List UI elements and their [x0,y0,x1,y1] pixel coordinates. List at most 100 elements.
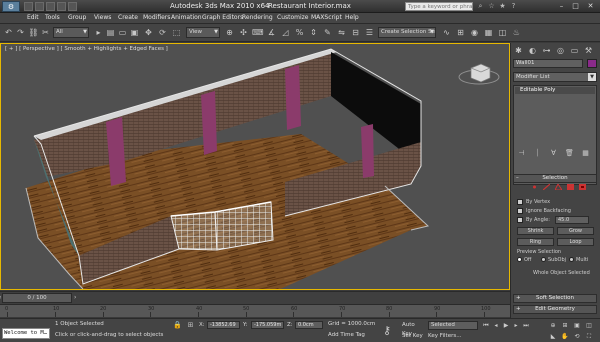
menu-help[interactable]: Help [345,14,359,21]
border-mode-icon[interactable] [555,184,562,190]
menu-maxscript[interactable]: MAXScript [311,14,342,21]
next-frame-arrow-icon[interactable]: › [74,294,76,301]
x-coordinate-field[interactable]: -13852.69 [207,321,240,329]
search-icon[interactable]: ⌕ [476,2,485,11]
orbit-icon[interactable]: ⟲ [572,332,582,341]
select-by-name-icon[interactable]: ▤ [105,27,116,38]
modify-tab-icon[interactable]: ◐ [527,45,538,56]
select-and-link-icon[interactable]: ⛓ [28,27,39,38]
menu-edit[interactable]: Edit [27,14,39,21]
angle-snap-icon[interactable]: ◿ [280,27,291,38]
hierarchy-tab-icon[interactable]: ⊶ [541,45,552,56]
viewport-label[interactable]: [ + ] [ Perspective ] [ Smooth + Highlig… [5,46,168,52]
mirror-icon[interactable]: ⇋ [336,27,347,38]
percent-snap-icon[interactable]: % [294,27,305,38]
absolute-mode-icon[interactable]: ⊞ [186,321,195,330]
object-color-swatch[interactable] [587,59,597,68]
grow-button[interactable]: Grow [557,227,594,235]
material-editor-icon[interactable]: ◉ [469,27,480,38]
by-angle-checkbox[interactable] [517,217,523,223]
pivot-center-icon[interactable]: ⊕ [224,27,235,38]
create-tab-icon[interactable]: ✱ [513,45,524,56]
new-file-icon[interactable] [24,2,33,11]
utilities-tab-icon[interactable]: ⚒ [583,45,594,56]
zoom-icon[interactable]: ⊕ [548,321,558,330]
snaps-toggle-icon[interactable]: ∡ [266,27,277,38]
undo-icon[interactable] [57,2,66,11]
maximize-viewport-icon[interactable]: ⛶ [584,332,594,341]
align-icon[interactable]: ⊟ [350,27,361,38]
menu-graph-editors[interactable]: Graph Editors [202,14,243,21]
loop-button[interactable]: Loop [557,238,594,246]
minimize-button[interactable]: – [556,1,567,11]
search-input[interactable] [405,2,473,11]
next-frame-icon[interactable]: ▸ [511,321,521,330]
track-bar[interactable]: 0 10 20 30 40 50 60 70 80 90 100 [0,304,510,317]
auto-key-button[interactable]: Auto Key [402,321,426,337]
element-mode-icon[interactable] [579,184,586,190]
preview-multi-radio[interactable] [569,257,574,262]
reference-coordinate-dropdown[interactable]: View ▼ [186,27,220,38]
open-file-icon[interactable] [35,2,44,11]
layer-manager-icon[interactable]: ☰ [364,27,375,38]
z-coordinate-field[interactable]: 0.0cm [295,321,323,329]
select-and-rotate-icon[interactable]: ⟳ [157,27,168,38]
communication-center-icon[interactable]: ☆ [487,2,496,11]
select-and-scale-icon[interactable]: ⬚ [171,27,182,38]
go-to-end-icon[interactable]: ⏭ [521,321,531,330]
set-key-button[interactable]: Set Key [402,332,426,341]
stack-item-editable-poly[interactable]: Editable Poly [515,87,595,94]
schematic-view-icon[interactable]: ⊞ [455,27,466,38]
go-to-start-icon[interactable]: ⏮ [481,321,491,330]
angle-value-field[interactable]: 45.0 [555,216,589,224]
lock-selection-icon[interactable]: 🔒 [173,321,182,330]
maximize-button[interactable]: □ [570,1,581,11]
help-icon[interactable]: ? [509,2,518,11]
vertex-mode-icon[interactable] [531,184,538,190]
curve-editor-icon[interactable]: ∿ [441,27,452,38]
by-vertex-checkbox[interactable] [517,199,523,205]
rectangular-selection-icon[interactable]: ▭ [117,27,128,38]
menu-views[interactable]: Views [94,14,111,21]
modifier-list-dropdown[interactable]: Modifier List ▼ [513,72,597,82]
key-filters-button[interactable]: Key Filters... [428,332,478,341]
select-object-icon[interactable]: ▸ [93,27,104,38]
pin-stack-icon[interactable]: ⊣ [517,149,526,157]
previous-frame-icon[interactable]: ◂ [491,321,501,330]
unlink-icon[interactable]: ✂ [40,27,51,38]
select-and-move-icon[interactable]: ✥ [143,27,154,38]
shrink-button[interactable]: Shrink [517,227,554,235]
remove-modifier-icon[interactable]: 🗑 [565,149,574,157]
pan-icon[interactable]: ✋ [560,332,570,341]
menu-group[interactable]: Group [68,14,86,21]
object-name-field[interactable]: Wall01 [513,59,583,68]
soft-selection-rollout-title[interactable]: + Soft Selection [513,294,597,303]
menu-customize[interactable]: Customize [277,14,309,21]
select-manipulate-icon[interactable]: ✣ [238,27,249,38]
y-coordinate-field[interactable]: -175.059m [251,321,284,329]
selection-rollout-title[interactable]: – Selection [513,174,597,183]
edit-named-selection-icon[interactable]: ✎ [322,27,333,38]
named-selection-dropdown[interactable]: Create Selection Se ▼ [378,27,436,38]
favorites-icon[interactable]: ★ [498,2,507,11]
save-file-icon[interactable] [46,2,55,11]
modifier-stack[interactable]: Editable Poly [513,85,597,185]
rendered-frame-icon[interactable]: ◫ [497,27,508,38]
menu-modifiers[interactable]: Modifiers [143,14,170,21]
play-icon[interactable]: ▶ [501,321,511,330]
make-unique-icon[interactable]: ∀ [549,149,558,157]
maxscript-listener[interactable]: Welcome to M… [2,328,50,339]
menu-tools[interactable]: Tools [45,14,60,21]
close-button[interactable]: ✕ [585,1,596,11]
window-crossing-icon[interactable]: ▣ [129,27,140,38]
ring-button[interactable]: Ring [517,238,554,246]
zoom-all-icon[interactable]: ⊞ [560,321,570,330]
spinner-snap-icon[interactable]: ⇕ [308,27,319,38]
time-slider[interactable]: 0 / 100 [2,293,72,303]
preview-off-radio[interactable] [517,257,522,262]
menu-create[interactable]: Create [118,14,138,21]
polygon-mode-icon[interactable] [567,184,574,190]
show-end-result-icon[interactable]: ⏐ [533,149,542,157]
redo-icon[interactable]: ↷ [15,27,26,38]
menu-animation[interactable]: Animation [171,14,202,21]
